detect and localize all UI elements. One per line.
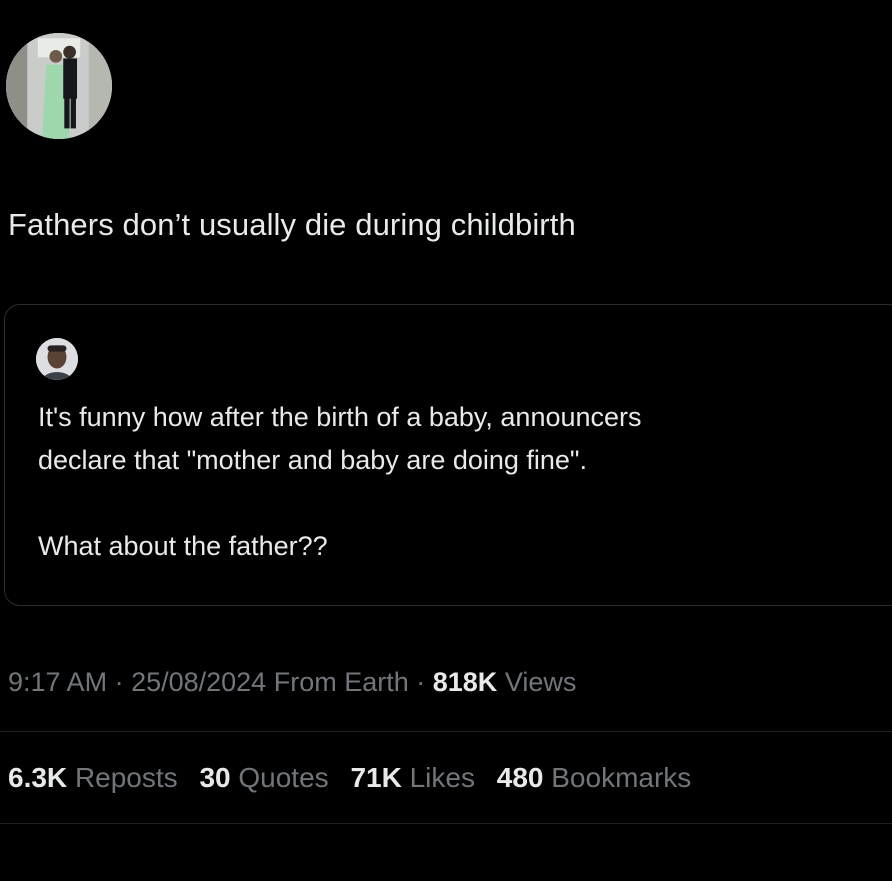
stat-label: Likes xyxy=(409,762,475,793)
stat-label: Quotes xyxy=(238,762,329,793)
stat-likes[interactable]: 71K Likes xyxy=(350,762,475,793)
stat-count: 6.3K xyxy=(8,762,68,793)
quoted-tweet-line: What about the father?? xyxy=(38,531,328,561)
stat-label: Bookmarks xyxy=(551,762,692,793)
stat-count: 30 xyxy=(199,762,231,793)
divider xyxy=(0,731,892,732)
engagement-stats: 6.3K Reposts 30 Quotes 71K Likes 480 Boo… xyxy=(8,759,691,797)
stat-count: 71K xyxy=(350,762,402,793)
quoted-tweet-text: It's funny how after the birth of a baby… xyxy=(38,396,868,568)
tweet-text: Fathers don’t usually die during childbi… xyxy=(8,207,576,242)
stat-reposts[interactable]: 6.3K Reposts xyxy=(8,762,178,793)
tweet-source: From Earth xyxy=(273,667,409,697)
meta-separator: · xyxy=(408,667,433,697)
tweet-date[interactable]: 25/08/2024 xyxy=(131,667,266,697)
stat-count: 480 xyxy=(496,762,544,793)
stat-label: Reposts xyxy=(74,762,178,793)
tweet-metadata: 9:17 AM · 25/08/2024 From Earth · 818K V… xyxy=(8,664,576,700)
quoted-author-avatar[interactable] xyxy=(36,338,78,380)
meta-separator: · xyxy=(107,667,132,697)
author-photo-icon xyxy=(6,33,112,139)
stat-bookmarks[interactable]: 480 Bookmarks xyxy=(497,762,692,793)
views-count: 818K xyxy=(432,667,498,697)
tweet-time[interactable]: 9:17 AM xyxy=(8,667,107,697)
stat-quotes[interactable]: 30 Quotes xyxy=(199,762,328,793)
quoted-tweet-line: It's funny how after the birth of a baby… xyxy=(38,402,642,432)
author-avatar[interactable] xyxy=(6,33,112,139)
quoted-tweet-line: declare that "mother and baby are doing … xyxy=(38,445,588,475)
divider xyxy=(0,823,892,824)
views-label: Views xyxy=(504,667,577,697)
quoted-author-photo-icon xyxy=(36,338,78,380)
